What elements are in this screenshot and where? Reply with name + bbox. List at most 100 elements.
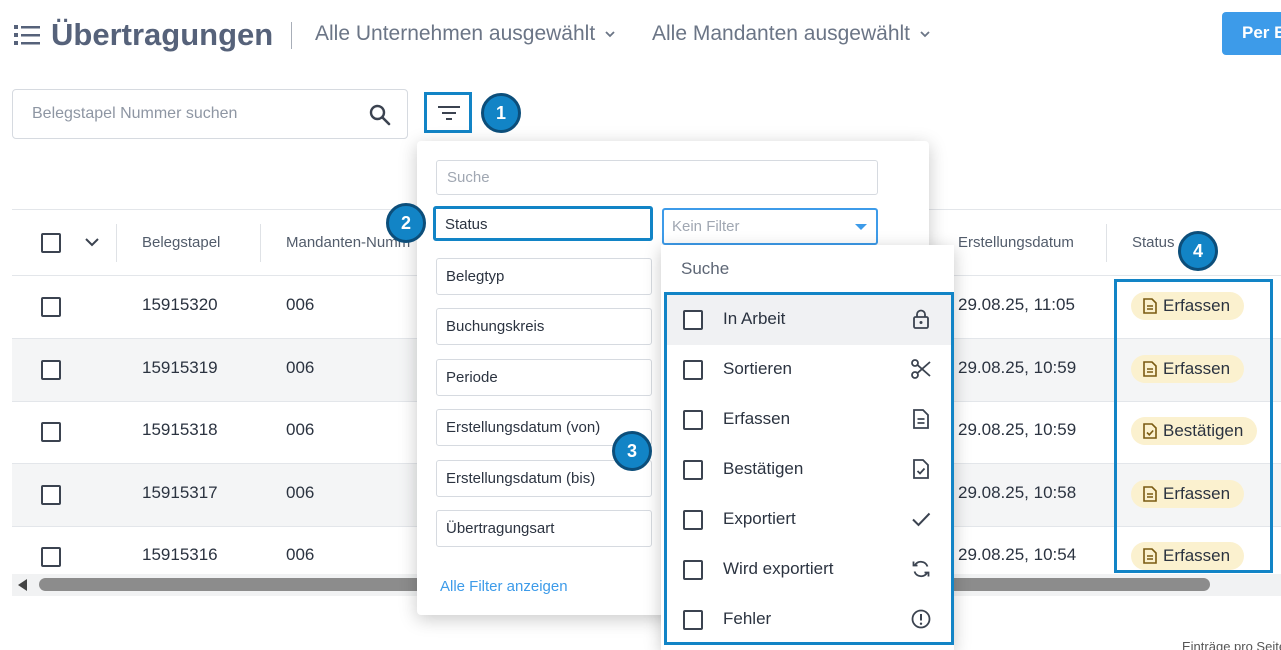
option-label: Exportiert [723, 509, 796, 528]
status-badge: Bestätigen [1131, 417, 1258, 445]
status-option-exportiert[interactable]: Exportiert [667, 495, 951, 545]
alert-circle-icon [911, 609, 931, 629]
row-checkbox[interactable] [41, 297, 61, 317]
company-filter-dropdown[interactable]: Alle Unternehmen ausgewählt [315, 22, 615, 46]
filter-field-status[interactable]: Status [433, 206, 653, 241]
cell-mandant: 006 [286, 295, 315, 314]
primary-action-button[interactable]: Per E [1222, 12, 1281, 55]
page-header: Übertragungen Alle Unternehmen ausgewähl… [0, 0, 1281, 70]
option-checkbox[interactable] [683, 360, 703, 380]
cell-mandant: 006 [286, 358, 315, 377]
check-icon [912, 512, 931, 527]
option-checkbox[interactable] [683, 410, 703, 430]
document-icon [913, 409, 929, 429]
status-label: Erfassen [1163, 546, 1231, 565]
cell-belegstapel: 15915317 [142, 483, 218, 502]
chevron-down-icon [920, 31, 930, 38]
filter-button[interactable] [424, 92, 472, 133]
document-check-icon [913, 459, 929, 479]
status-options-list: In Arbeit Sortieren Erfassen Bestätigen … [664, 292, 954, 645]
document-icon [1143, 361, 1157, 377]
option-label: Erfassen [723, 409, 791, 428]
status-option-erfassen[interactable]: Erfassen [667, 395, 951, 445]
filter-field-periode[interactable]: Periode [436, 359, 652, 396]
row-checkbox[interactable] [41, 547, 61, 567]
status-label: Erfassen [1163, 484, 1231, 503]
filter-field-buchungskreis[interactable]: Buchungskreis [436, 308, 652, 345]
option-checkbox[interactable] [683, 460, 703, 480]
cell-datum: 29.08.25, 11:05 [958, 295, 1075, 314]
cell-datum: 29.08.25, 10:54 [958, 545, 1077, 564]
cell-belegstapel: 15915320 [142, 295, 218, 314]
scroll-left-arrow-icon[interactable] [18, 579, 27, 591]
annotation-badge-1: 1 [481, 93, 521, 133]
document-check-icon [1143, 423, 1157, 439]
column-separator [1106, 224, 1107, 262]
filter-icon [438, 106, 460, 120]
status-badge: Erfassen [1131, 542, 1245, 570]
option-checkbox[interactable] [683, 610, 703, 630]
annotation-badge-2: 2 [386, 203, 426, 243]
client-filter-label: Alle Mandanten ausgewählt [652, 22, 911, 45]
document-icon [1143, 298, 1157, 314]
search-box [12, 89, 408, 139]
status-badge: Erfassen [1131, 355, 1245, 383]
belegstapel-search-input[interactable] [13, 90, 363, 138]
cell-belegstapel: 15915319 [142, 358, 218, 377]
sync-icon [912, 560, 930, 578]
list-menu-icon[interactable] [14, 24, 40, 46]
option-label: In Arbeit [723, 309, 786, 328]
column-separator [116, 224, 117, 262]
column-separator [260, 224, 261, 262]
option-label: Fehler [723, 609, 772, 628]
column-header-belegstapel[interactable]: Belegstapel [142, 234, 220, 251]
chevron-down-icon [605, 31, 615, 38]
status-label: Erfassen [1163, 296, 1231, 315]
status-option-in-arbeit[interactable]: In Arbeit [667, 295, 951, 345]
cell-datum: 29.08.25, 10:59 [958, 420, 1077, 439]
caret-down-icon [855, 224, 867, 230]
title-divider [291, 22, 292, 49]
status-dropdown-search[interactable]: Suche [681, 259, 729, 279]
status-option-sortieren[interactable]: Sortieren [667, 345, 951, 395]
option-checkbox[interactable] [683, 560, 703, 580]
scissors-icon [911, 359, 931, 379]
status-filter-placeholder: Kein Filter [672, 218, 740, 235]
cell-datum: 29.08.25, 10:59 [958, 358, 1077, 377]
search-icon[interactable] [368, 103, 392, 127]
status-label: Bestätigen [1163, 421, 1244, 440]
lock-icon [913, 309, 929, 329]
status-option-wird-exportiert[interactable]: Wird exportiert [667, 545, 951, 595]
status-filter-select[interactable]: Kein Filter [662, 208, 878, 245]
client-filter-dropdown[interactable]: Alle Mandanten ausgewählt [652, 22, 930, 46]
status-label: Erfassen [1163, 359, 1231, 378]
option-label: Sortieren [723, 359, 792, 378]
option-checkbox[interactable] [683, 310, 703, 330]
status-option-bestaetigen[interactable]: Bestätigen [667, 445, 951, 495]
option-label: Bestätigen [723, 459, 804, 478]
filter-search-input[interactable] [436, 160, 878, 195]
column-header-erstellungsdatum[interactable]: Erstellungsdatum [958, 234, 1074, 251]
show-all-filters-link[interactable]: Alle Filter anzeigen [440, 578, 568, 595]
status-dropdown-menu: Suche In Arbeit Sortieren Erfassen Bestä… [661, 245, 954, 650]
document-icon [1143, 548, 1157, 564]
filter-field-uebertragungsart[interactable]: Übertragungsart [436, 510, 652, 547]
page-size-label: Einträge pro Seite [1182, 639, 1281, 650]
page-title: Übertragungen [51, 17, 274, 52]
row-checkbox[interactable] [41, 485, 61, 505]
row-checkbox[interactable] [41, 360, 61, 380]
chevron-down-icon[interactable] [85, 237, 99, 247]
select-all-checkbox[interactable] [41, 233, 61, 253]
status-badge: Erfassen [1131, 480, 1245, 508]
document-icon [1143, 486, 1157, 502]
annotation-badge-4: 4 [1178, 231, 1218, 271]
cell-mandant: 006 [286, 420, 315, 439]
filter-field-belegtyp[interactable]: Belegtyp [436, 258, 652, 295]
column-header-status[interactable]: Status [1132, 234, 1175, 251]
option-checkbox[interactable] [683, 510, 703, 530]
company-filter-label: Alle Unternehmen ausgewählt [315, 22, 596, 45]
row-checkbox[interactable] [41, 422, 61, 442]
option-label: Wird exportiert [723, 559, 834, 578]
cell-belegstapel: 15915316 [142, 545, 218, 564]
status-option-fehler[interactable]: Fehler [667, 595, 951, 645]
